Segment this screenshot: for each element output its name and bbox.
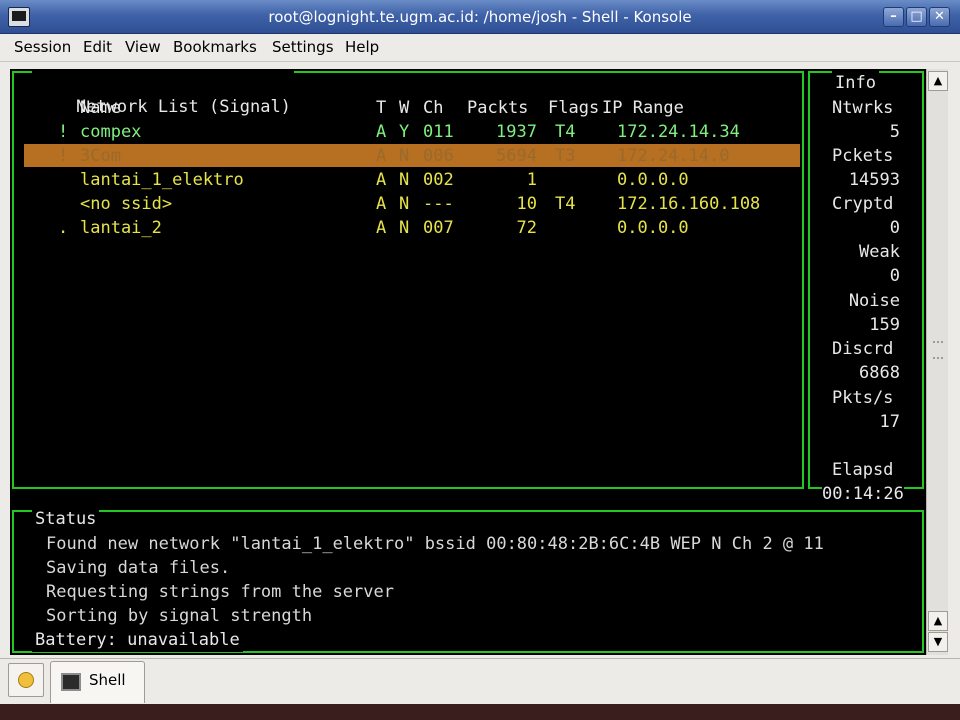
row-wep: Y [399, 122, 410, 142]
col-wep: W [399, 98, 410, 118]
tab-shell[interactable]: Shell [50, 661, 145, 703]
row-packets: 1 [526, 170, 537, 190]
menu-view[interactable]: View [125, 38, 161, 56]
menu-bar: Session Edit View Bookmarks Settings Hel… [0, 34, 960, 62]
row-ip: 0.0.0.0 [617, 170, 689, 190]
info-value: 0 [889, 266, 900, 286]
new-session-icon [18, 672, 34, 688]
desktop-background [0, 704, 960, 720]
info-label: Cryptd [832, 194, 894, 214]
col-ip-range: IP Range [602, 98, 684, 118]
row-type: A [376, 146, 387, 166]
row-name: compex [80, 122, 142, 142]
scroll-up-arrow-icon[interactable]: ▲ [928, 611, 948, 631]
row-channel: 007 [423, 218, 454, 238]
terminal-scrollbar[interactable]: ▲ ▲ ▼ [926, 69, 948, 655]
network-list-sort: (Signal) [209, 97, 291, 118]
row-flags: T4 [555, 194, 576, 214]
info-label: Weak [859, 242, 900, 262]
row-ip: 172.16.160.108 [617, 194, 761, 214]
row-name: lantai_1_elektro [80, 170, 244, 190]
terminal-icon [61, 673, 81, 691]
row-mark: ! [58, 122, 69, 142]
title-bar[interactable]: root@lognight.te.ugm.ac.id: /home/josh -… [0, 0, 960, 34]
tab-bar: Shell [0, 658, 960, 704]
row-mark: ! [58, 146, 69, 166]
row-type: A [376, 194, 387, 214]
row-channel: 002 [423, 170, 454, 190]
maximize-button[interactable]: □ [906, 7, 927, 27]
col-type: T [376, 98, 387, 118]
col-packets: Packts [467, 98, 529, 118]
row-type: A [376, 218, 387, 238]
info-label: Noise [848, 291, 900, 311]
info-value: 159 [869, 315, 900, 335]
row-ip: 172.24.14.34 [617, 122, 740, 142]
row-wep: N [399, 194, 410, 214]
row-channel: 011 [423, 122, 454, 142]
row-type: A [376, 170, 387, 190]
scroll-grip-icon[interactable] [933, 341, 943, 359]
info-value: 17 [879, 412, 900, 432]
info-elapsed-label: Elapsd [832, 460, 894, 480]
col-name: Name [80, 98, 121, 118]
info-label: Pkts/s [832, 388, 894, 408]
row-channel: 006 [423, 146, 454, 166]
row-name: 3Com [80, 146, 121, 166]
scroll-up-arrow-icon[interactable]: ▲ [928, 71, 948, 91]
row-ip: 172.24.14.0 [617, 146, 730, 166]
col-channel: Ch [423, 98, 444, 118]
menu-bookmarks[interactable]: Bookmarks [173, 38, 257, 56]
info-value: 6868 [859, 363, 900, 383]
row-wep: N [399, 146, 410, 166]
terminal-display[interactable]: Network List (Signal) Info Status Name T… [10, 69, 926, 655]
status-line: Saving data files. [46, 558, 231, 578]
row-flags: T3 [555, 146, 576, 166]
menu-session[interactable]: Session [14, 38, 71, 56]
status-line: Requesting strings from the server [46, 582, 394, 602]
row-wep: N [399, 218, 410, 238]
scroll-down-arrow-icon[interactable]: ▼ [928, 632, 948, 652]
new-session-button[interactable] [8, 663, 44, 697]
row-type: A [376, 122, 387, 142]
info-elapsed-value: 00:14:26 [822, 482, 904, 507]
window-title: root@lognight.te.ugm.ac.id: /home/josh -… [268, 8, 692, 26]
row-ip: 0.0.0.0 [617, 218, 689, 238]
row-wep: N [399, 170, 410, 190]
menu-settings[interactable]: Settings [272, 38, 334, 56]
info-value: 5 [889, 122, 900, 142]
tab-label: Shell [89, 671, 126, 689]
row-name: <no ssid> [80, 194, 173, 214]
battery-status: Battery: unavailable [32, 628, 243, 653]
row-packets: 10 [516, 194, 537, 214]
minimize-button[interactable]: – [883, 7, 904, 27]
status-line: Sorting by signal strength [46, 606, 313, 626]
menu-help[interactable]: Help [345, 38, 379, 56]
row-flags: T4 [555, 122, 576, 142]
menu-edit[interactable]: Edit [83, 38, 112, 56]
row-packets: 72 [516, 218, 537, 238]
close-button[interactable]: ✕ [929, 7, 950, 27]
row-channel: --- [423, 194, 454, 214]
info-value: 0 [889, 218, 900, 238]
status-title: Status [32, 507, 100, 532]
row-name: lantai_2 [80, 218, 162, 238]
status-line: Found new network "lantai_1_elektro" bss… [46, 534, 824, 554]
row-mark: . [58, 218, 69, 238]
info-label: Pckets [832, 146, 894, 166]
info-value: 14593 [848, 170, 900, 190]
info-label: Ntwrks [832, 98, 894, 118]
row-packets: 5694 [496, 146, 537, 166]
info-label: Discrd [832, 339, 894, 359]
info-title: Info [832, 71, 879, 96]
col-flags: Flags [548, 98, 600, 118]
row-packets: 1937 [496, 122, 537, 142]
